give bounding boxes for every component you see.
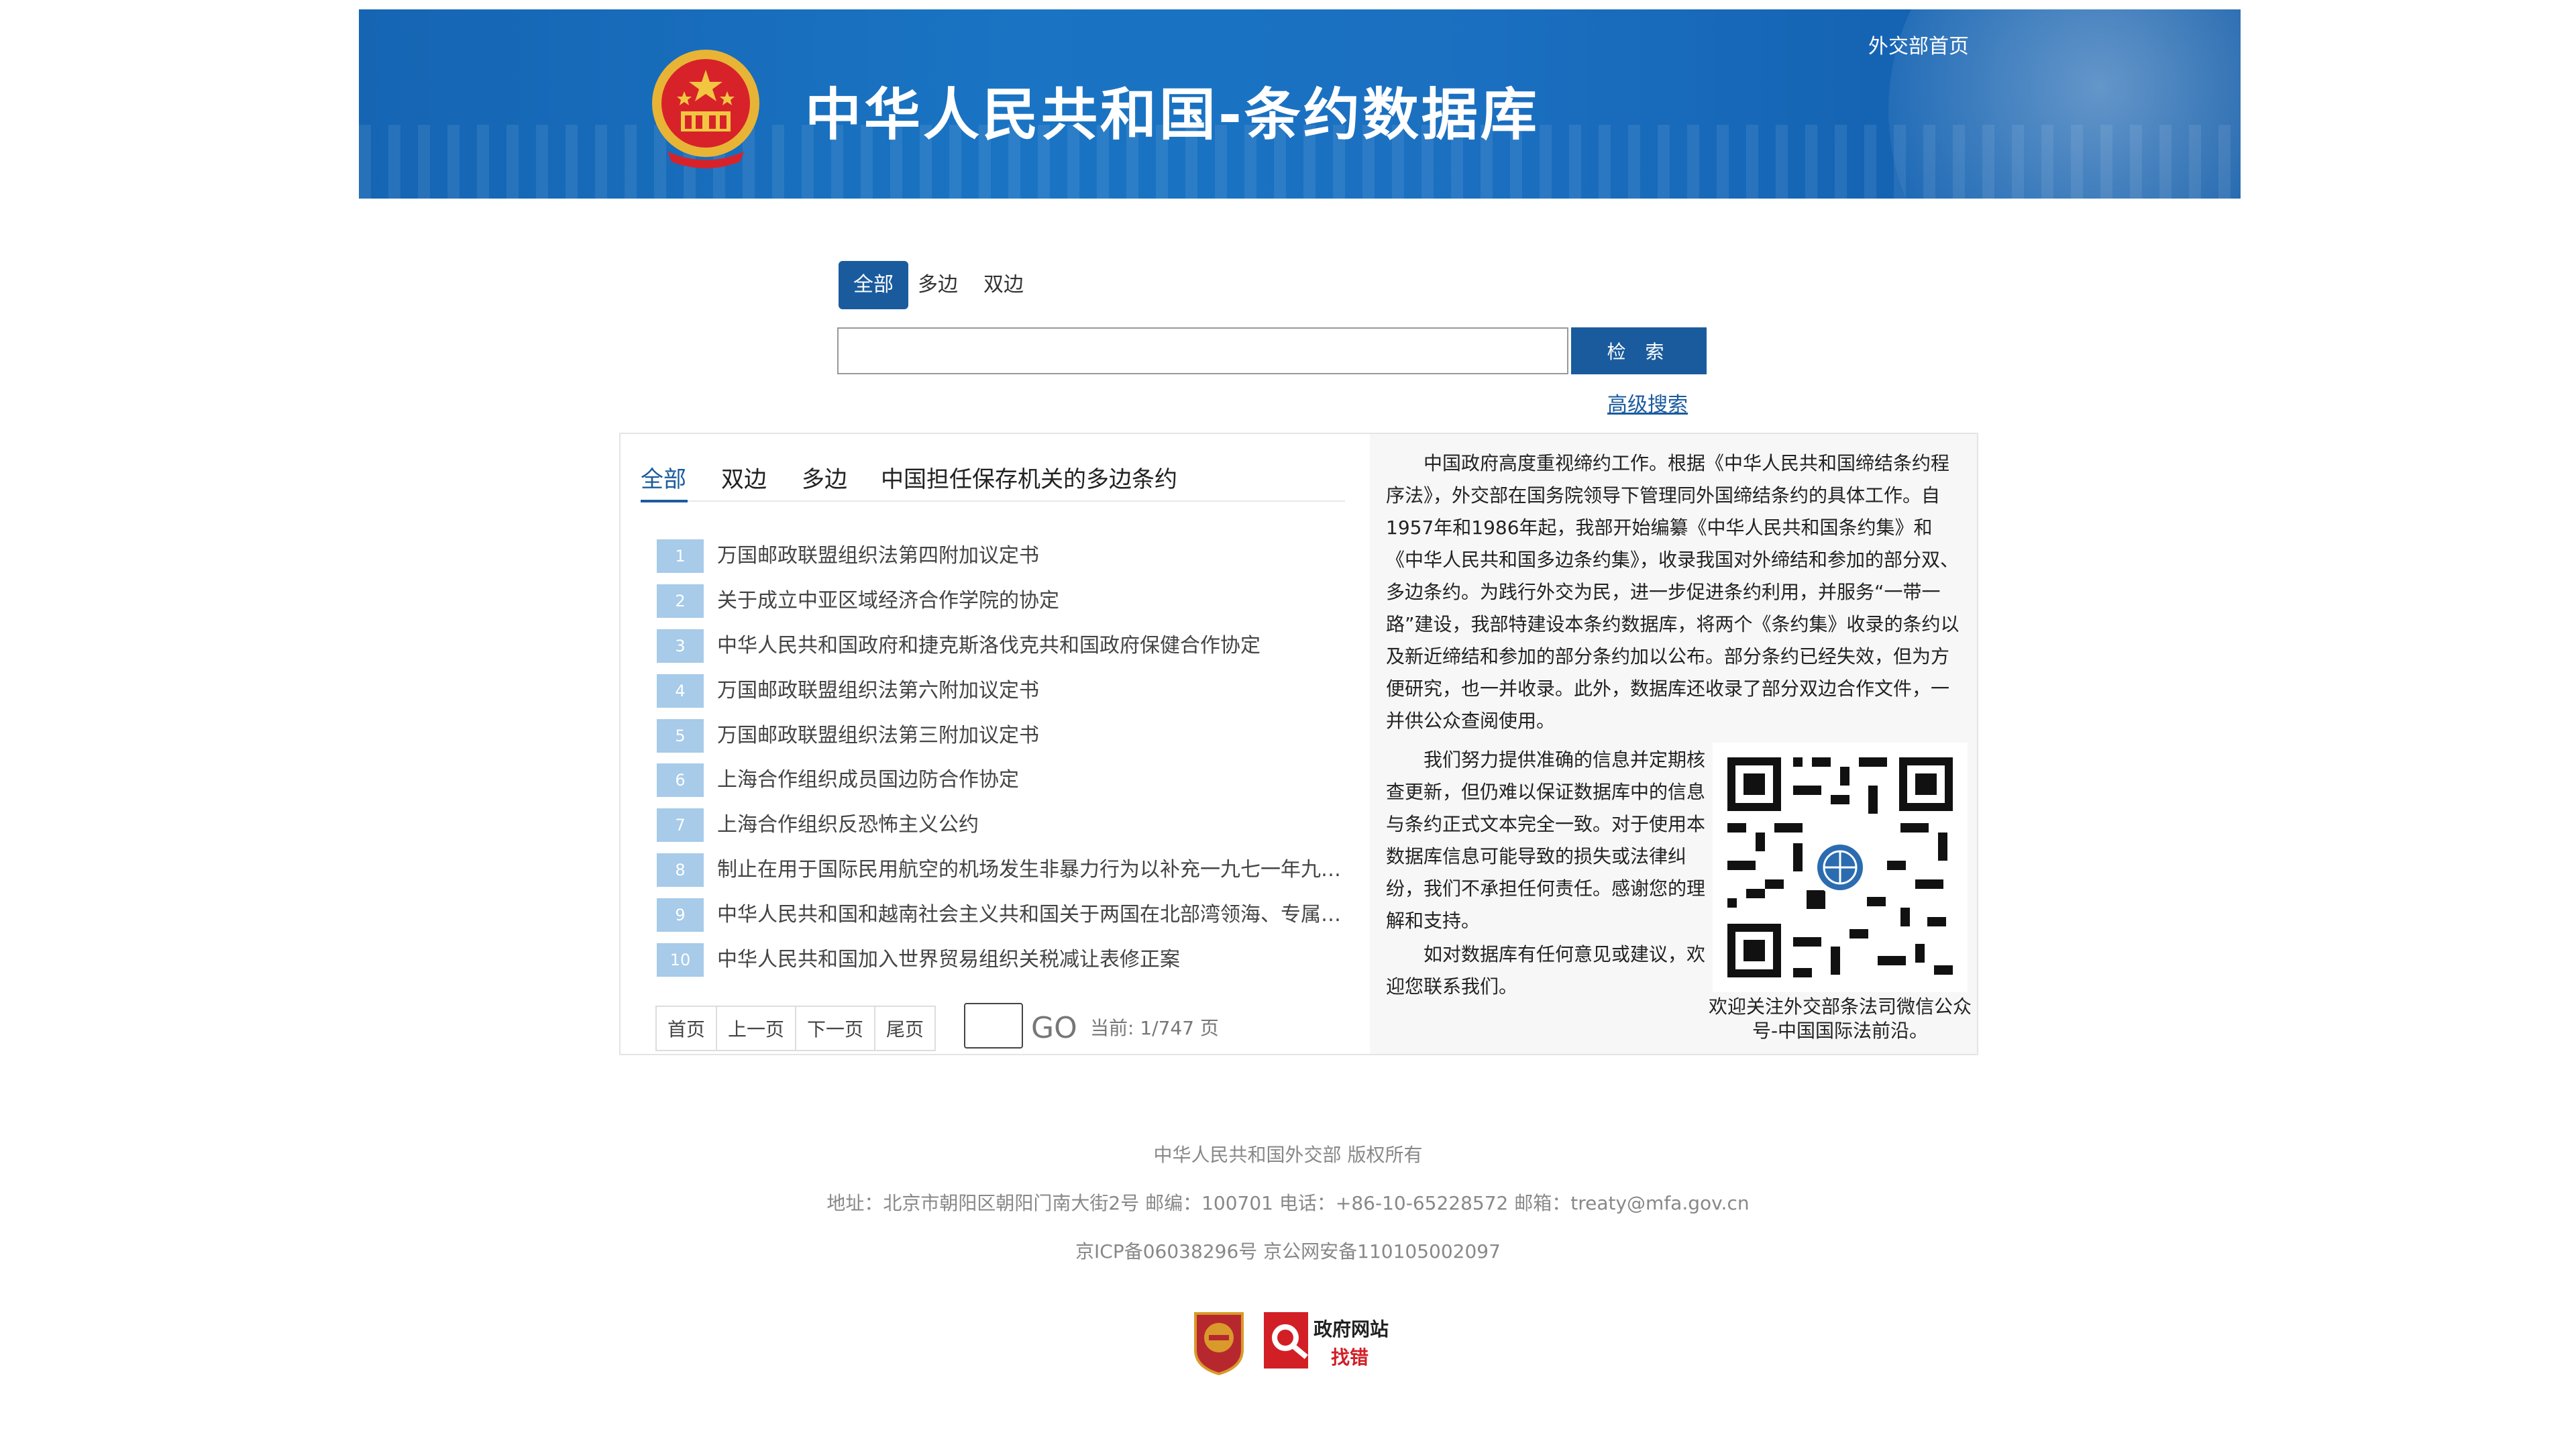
item-number: 5 xyxy=(657,719,704,753)
list-tab-bilateral[interactable]: 双边 xyxy=(721,461,767,494)
search-tab-multilateral[interactable]: 多边 xyxy=(918,261,958,309)
footer-address: 地址：北京市朝阳区朝阳门南大街2号 邮编：100701 电话：+86-10-65… xyxy=(826,1192,1750,1214)
item-title-link[interactable]: 上海合作组织反恐怖主义公约 xyxy=(717,808,1348,842)
item-number: 8 xyxy=(657,853,704,887)
item-title-link[interactable]: 中华人民共和国加入世界贸易组织关税减让表修正案 xyxy=(717,943,1348,977)
list-tab-multilateral[interactable]: 多边 xyxy=(802,461,847,494)
page-info: 当前: 1/747 页 xyxy=(1090,1017,1219,1039)
search-button[interactable]: 检 索 xyxy=(1571,327,1707,374)
item-number: 7 xyxy=(657,808,704,842)
search-tab-all[interactable]: 全部 xyxy=(839,261,908,309)
item-title-link[interactable]: 中华人民共和国政府和捷克斯洛伐克共和国政府保健合作协定 xyxy=(717,629,1348,663)
prev-page-button[interactable]: 上一页 xyxy=(716,1006,796,1051)
page-number-input[interactable] xyxy=(964,1003,1023,1049)
item-title-link[interactable]: 万国邮政联盟组织法第六附加议定书 xyxy=(717,674,1348,708)
footer-copyright: 中华人民共和国外交部 版权所有 xyxy=(1153,1144,1423,1166)
item-title-link[interactable]: 上海合作组织成员国边防合作协定 xyxy=(717,763,1348,797)
wechat-qr-code-icon xyxy=(1713,743,1968,992)
item-number: 10 xyxy=(657,943,704,977)
advanced-search-link[interactable]: 高级搜索 xyxy=(1607,388,1688,417)
government-site-error-report-badge[interactable]: 政府网站 找错 xyxy=(1261,1308,1402,1375)
item-title-link[interactable]: 关于成立中亚区域经济合作学院的协定 xyxy=(717,584,1348,618)
intro-paragraph-3: 如对数据库有任何意见或建议，欢迎您联系我们。 xyxy=(1386,943,1706,998)
intro-paragraph-1: 中国政府高度重视缔约工作。根据《中华人民共和国缔结条约程序法》，外交部在国务院领… xyxy=(1386,452,1960,732)
list-tab-depositary[interactable]: 中国担任保存机关的多边条约 xyxy=(881,461,1177,494)
item-number: 3 xyxy=(657,629,704,663)
intro-paragraph-2: 我们努力提供准确的信息并定期核查更新，但仍难以保证数据库中的信息与条约正式文本完… xyxy=(1386,749,1706,932)
main-panel: 全部 双边 多边 中国担任保存机关的多边条约 1 万国邮政联盟组织法第四附加议定… xyxy=(619,433,1978,1055)
item-number: 2 xyxy=(657,584,704,618)
site-title: 中华人民共和国-条约数据库 xyxy=(805,82,1540,148)
magnifier-flag-icon xyxy=(1264,1312,1308,1368)
item-number: 1 xyxy=(657,539,704,573)
item-number: 4 xyxy=(657,674,704,708)
next-page-button[interactable]: 下一页 xyxy=(795,1006,875,1051)
footer-icp: 京ICP备06038296号 京公网安备110105002097 xyxy=(1075,1240,1501,1263)
item-title-link[interactable]: 中华人民共和国和越南社会主义共和国关于两国在北部湾领海、专属经济... xyxy=(717,898,1348,932)
list-tab-all[interactable]: 全部 xyxy=(641,461,686,494)
badge-text-top: 政府网站 xyxy=(1313,1318,1389,1340)
item-title-link[interactable]: 万国邮政联盟组织法第三附加议定书 xyxy=(717,719,1348,753)
qr-caption: 欢迎关注外交部条法司微信公众号-中国国际法前沿。 xyxy=(1708,996,1972,1042)
badge-text-bottom: 找错 xyxy=(1331,1346,1369,1368)
item-title-link[interactable]: 万国邮政联盟组织法第四附加议定书 xyxy=(717,539,1348,573)
tab-underline xyxy=(641,500,1345,502)
header-banner: 中华人民共和国-条约数据库 外交部首页 xyxy=(359,9,2241,199)
treaty-list-panel: 全部 双边 多边 中国担任保存机关的多边条约 1 万国邮政联盟组织法第四附加议定… xyxy=(621,434,1370,1054)
search-input[interactable] xyxy=(837,327,1568,374)
search-tab-bilateral[interactable]: 双边 xyxy=(983,261,1024,309)
mfa-home-link[interactable]: 外交部首页 xyxy=(1868,30,1969,59)
party-government-badge-icon[interactable] xyxy=(1189,1308,1249,1375)
item-title-link[interactable]: 制止在用于国际民用航空的机场发生非暴力行为以补充一九七一年九月二... xyxy=(717,853,1348,887)
last-page-button[interactable]: 尾页 xyxy=(874,1006,936,1051)
first-page-button[interactable]: 首页 xyxy=(655,1006,717,1051)
item-number: 6 xyxy=(657,763,704,797)
go-button[interactable]: GO xyxy=(1031,1006,1077,1051)
item-number: 9 xyxy=(657,898,704,932)
national-emblem-icon xyxy=(652,50,759,168)
